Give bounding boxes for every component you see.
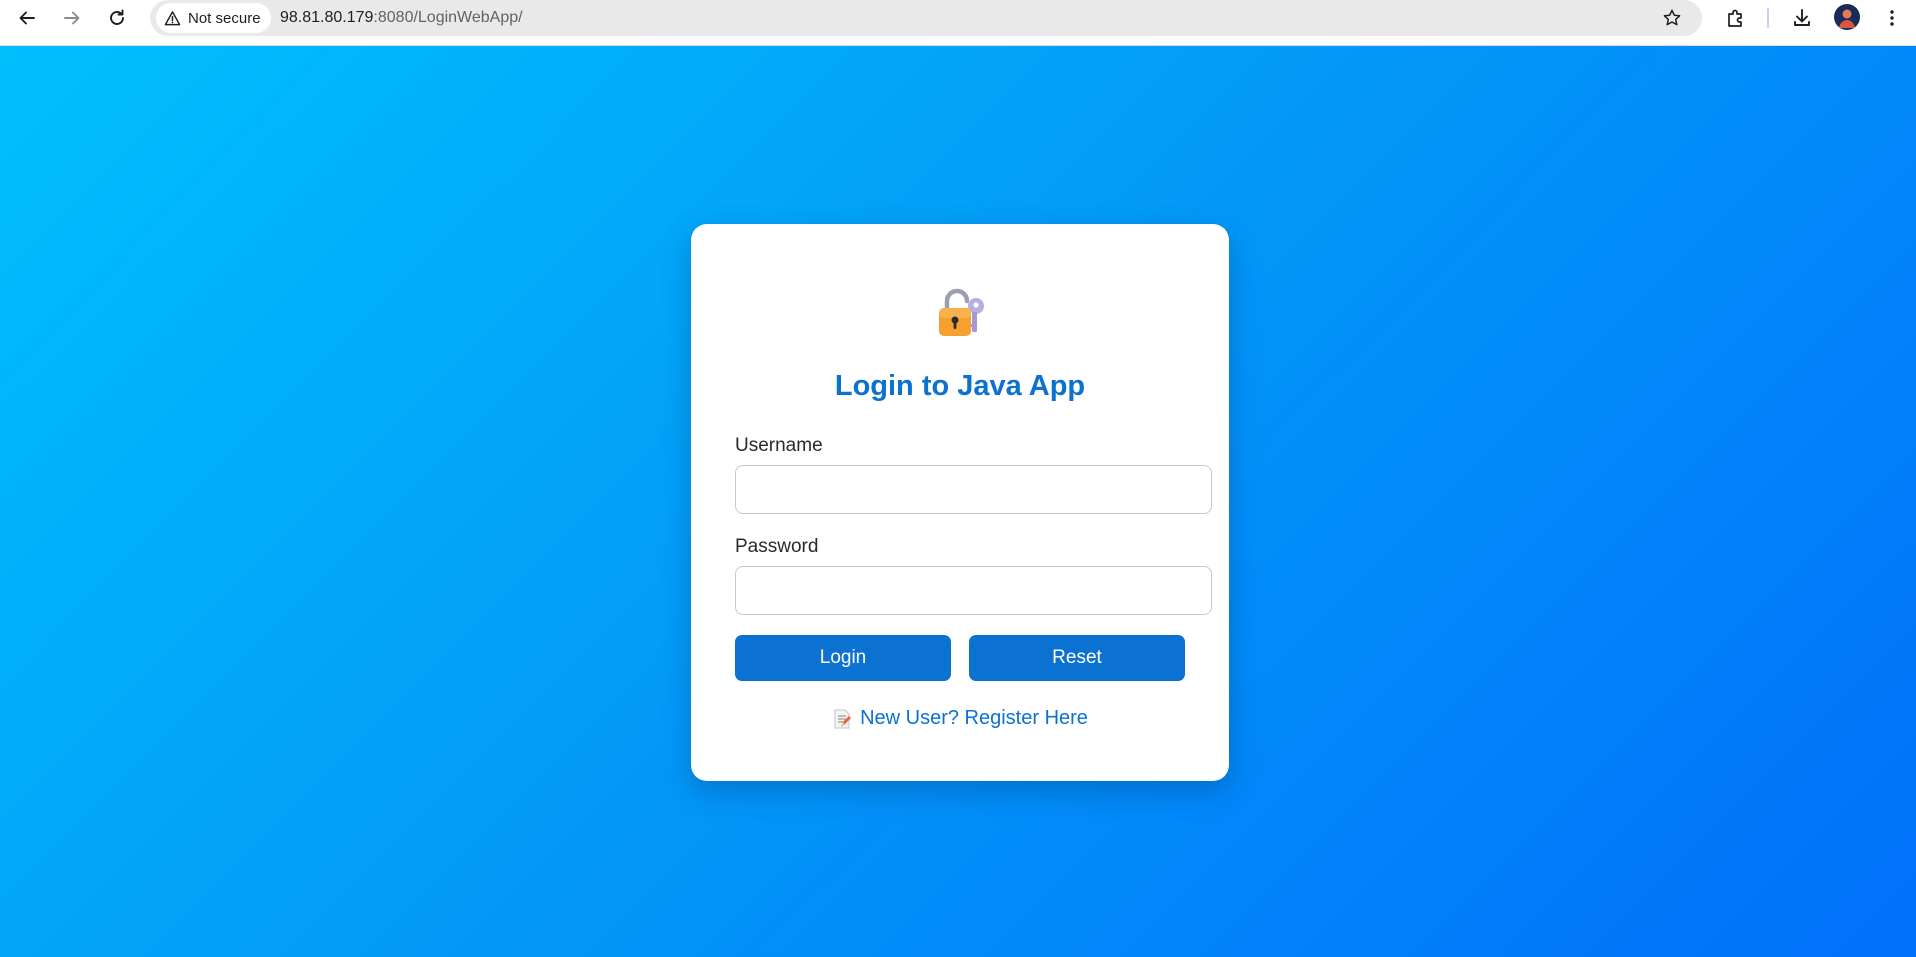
reload-icon — [110, 9, 124, 25]
menu-button[interactable] — [1876, 2, 1908, 34]
browser-toolbar: Not secure 98.81.80.179:8080/LoginWebApp… — [0, 0, 1916, 46]
download-icon — [1794, 9, 1810, 26]
toolbar-divider — [1767, 8, 1769, 28]
username-label: Username — [735, 435, 823, 456]
avatar-icon — [1839, 9, 1855, 28]
arrow-left-icon — [19, 11, 35, 25]
bookmark-button[interactable] — [1658, 4, 1686, 32]
url-path: :8080/LoginWebApp/ — [373, 9, 523, 26]
register-link-label: New User? Register Here — [860, 707, 1088, 729]
memo-icon — [834, 709, 852, 728]
url-text[interactable]: 98.81.80.179:8080/LoginWebApp/ — [280, 0, 523, 36]
extensions-button[interactable] — [1720, 2, 1752, 34]
reset-button[interactable]: Reset — [969, 635, 1185, 681]
arrow-right-icon — [64, 11, 80, 25]
security-chip[interactable]: Not secure — [156, 3, 271, 33]
warning-triangle-icon — [164, 10, 181, 25]
login-button[interactable]: Login — [735, 635, 951, 681]
register-link[interactable]: New User? Register Here — [691, 707, 1229, 730]
reload-button[interactable] — [100, 1, 134, 35]
back-button[interactable] — [10, 1, 44, 35]
star-icon — [1663, 9, 1681, 26]
password-input[interactable] — [735, 566, 1212, 615]
puzzle-icon — [1728, 9, 1742, 27]
more-vertical-icon — [1890, 10, 1894, 26]
profile-avatar[interactable] — [1834, 4, 1860, 30]
downloads-button[interactable] — [1786, 2, 1818, 34]
page-viewport: Login to Java App Username Password Logi… — [0, 46, 1916, 957]
username-input[interactable] — [735, 465, 1212, 514]
login-card: Login to Java App Username Password Logi… — [691, 224, 1229, 781]
address-bar[interactable]: Not secure 98.81.80.179:8080/LoginWebApp… — [150, 0, 1702, 36]
forward-button[interactable] — [55, 1, 89, 35]
password-label: Password — [735, 536, 819, 557]
security-label: Not secure — [188, 9, 261, 27]
url-host: 98.81.80.179 — [280, 9, 374, 26]
lock-with-key-icon — [939, 288, 984, 336]
page-title: Login to Java App — [834, 370, 1086, 402]
